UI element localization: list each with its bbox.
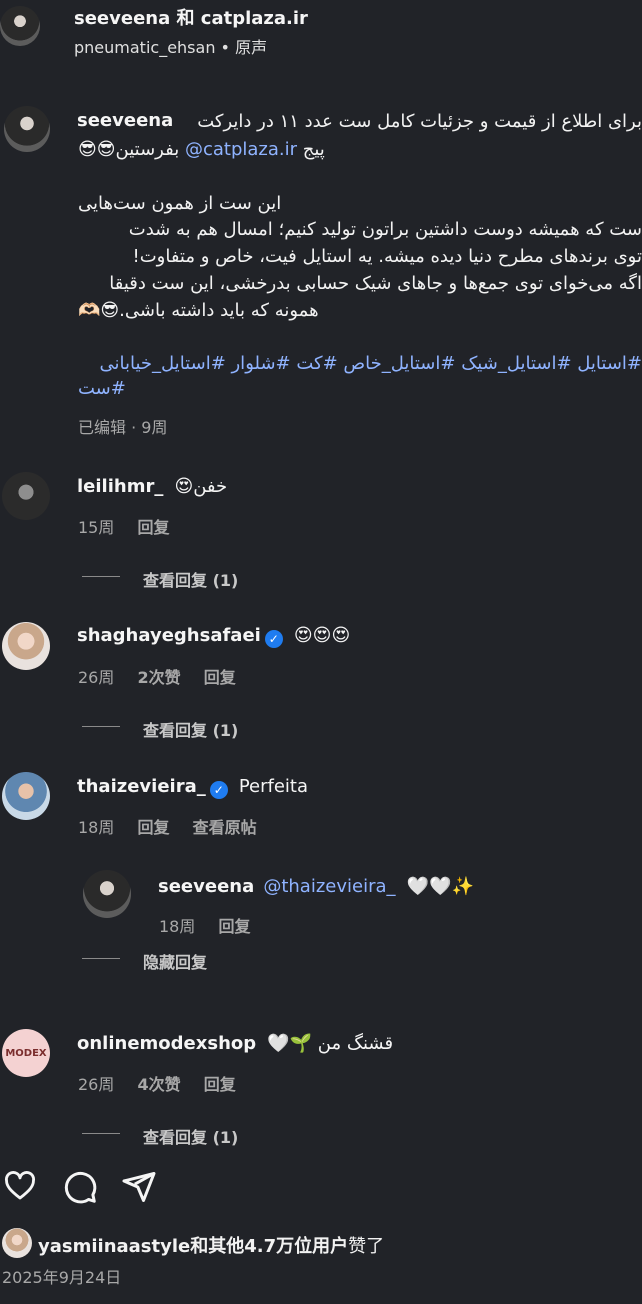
caption-hashtags-2[interactable]: #ست: [78, 378, 126, 399]
caption-line-4: ست که همیشه دوست داشتین براتون تولید کنی…: [128, 219, 642, 240]
likes-count[interactable]: 2次赞: [137, 668, 180, 687]
comment-meta: 18周 回复 查看原帖: [78, 814, 257, 838]
reply-button[interactable]: 回复: [137, 518, 169, 537]
divider: [82, 576, 120, 577]
reply-text: 🤍🤍✨: [406, 876, 474, 897]
comment-text: قشنگ من 🌱🤍: [267, 1033, 394, 1054]
reply-avatar[interactable]: [83, 870, 131, 918]
comment-meta: 26周 2次赞 回复: [78, 664, 236, 688]
reply-time: 18周: [159, 917, 196, 936]
caption-mention-suffix: پیج: [302, 139, 325, 160]
reply-row: seeveena @thaizevieira_ 🤍🤍✨: [158, 876, 474, 897]
post-edited-time: 已编辑 · 9周: [78, 418, 168, 437]
comment-username[interactable]: leilihmr_: [77, 476, 163, 497]
comment-avatar[interactable]: [2, 622, 50, 670]
comment-avatar[interactable]: [2, 472, 50, 520]
share-icon[interactable]: [120, 1169, 158, 1205]
reply-button[interactable]: 回复: [204, 668, 236, 687]
likes-summary[interactable]: yasmiinaastyle和其他4.7万位用户赞了: [38, 1232, 384, 1258]
divider: [82, 1133, 120, 1134]
caption-mention-prefix: بفرستین😎😎: [78, 139, 180, 160]
comment-icon[interactable]: [62, 1169, 98, 1205]
caption-line-6: اگه می‌خوای توی جمع‌ها و جاهای شیک حسابی…: [109, 273, 642, 294]
view-replies-button[interactable]: 查看回复 (1): [143, 567, 238, 591]
caption-line-1: برای اطلاع از قیمت و جزئیات کامل ست عدد …: [197, 111, 642, 132]
liker-username[interactable]: yasmiinaastyle: [38, 1236, 190, 1257]
post-caption: برای اطلاع از قیمت و جزئیات کامل ست عدد …: [78, 0, 642, 410]
caption-line-3: این ست از همون ست‌هایی: [78, 193, 282, 214]
view-replies-button[interactable]: 查看回复 (1): [143, 1124, 238, 1148]
divider: [82, 958, 120, 959]
comment-text: خفن😍: [174, 476, 228, 497]
view-original-button[interactable]: 查看原帖: [193, 818, 257, 837]
header-avatar[interactable]: [0, 6, 40, 46]
post-date: 2025年9月24日: [2, 1268, 122, 1287]
hide-replies-button[interactable]: 隐藏回复: [143, 949, 207, 973]
comment-avatar[interactable]: [2, 772, 50, 820]
reply-button[interactable]: 回复: [204, 1075, 236, 1094]
view-replies-button[interactable]: 查看回复 (1): [143, 717, 238, 741]
caption-line-5: توی برندهای مطرح دنیا دیده میشه. یه استا…: [132, 246, 642, 267]
avatar-logo-text: MODEX: [5, 1047, 47, 1059]
comment-time: 26周: [78, 668, 115, 687]
caption-line-7: همونه که باید داشته باشی.😎🫶🏻: [78, 300, 319, 321]
caption-line-2: بفرستین😎😎 @catplaza.ir پیج: [78, 136, 325, 163]
comment-meta: 26周 4次赞 回复: [78, 1071, 236, 1095]
comment-time: 15周: [78, 518, 115, 537]
liker-avatar[interactable]: [2, 1228, 32, 1258]
heart-icon[interactable]: [2, 1169, 38, 1203]
verified-icon: ✓: [264, 630, 283, 648]
likes-rest[interactable]: 和其他4.7万位用户: [190, 1236, 348, 1257]
comment-text: 😍😍😍: [293, 625, 351, 646]
verified-icon: ✓: [209, 781, 228, 799]
likes-suffix: 赞了: [348, 1236, 385, 1257]
comment-username[interactable]: thaizevieira_: [77, 776, 206, 797]
comment-username[interactable]: shaghayeghsafaei: [77, 625, 261, 646]
comment-row: leilihmr_ خفن😍: [77, 476, 227, 497]
reply-mention[interactable]: @thaizevieira_: [263, 876, 395, 897]
caption-mention[interactable]: @catplaza.ir: [185, 139, 297, 160]
comment-time: 26周: [78, 1075, 115, 1094]
likes-count[interactable]: 4次赞: [137, 1075, 180, 1094]
comment-avatar[interactable]: MODEX: [2, 1029, 50, 1077]
comment-row: thaizevieira_ ✓ Perfeita: [77, 776, 308, 799]
comment-row: onlinemodexshop قشنگ من 🌱🤍: [77, 1033, 393, 1054]
reply-meta: 18周 回复: [159, 913, 250, 937]
comment-time: 18周: [78, 818, 115, 837]
divider: [82, 726, 120, 727]
reply-button[interactable]: 回复: [218, 917, 250, 936]
comment-username[interactable]: onlinemodexshop: [77, 1033, 256, 1054]
reply-username[interactable]: seeveena: [158, 876, 254, 897]
comment-meta: 15周 回复: [78, 514, 169, 538]
comment-text: Perfeita: [238, 776, 309, 797]
caption-hashtags-1[interactable]: #استایل #استایل_شیک #استایل_خاص #کت #شلو…: [78, 350, 642, 378]
post-author-avatar[interactable]: [4, 106, 50, 152]
comment-row: shaghayeghsafaei ✓ 😍😍😍: [77, 625, 350, 648]
reply-button[interactable]: 回复: [137, 818, 169, 837]
